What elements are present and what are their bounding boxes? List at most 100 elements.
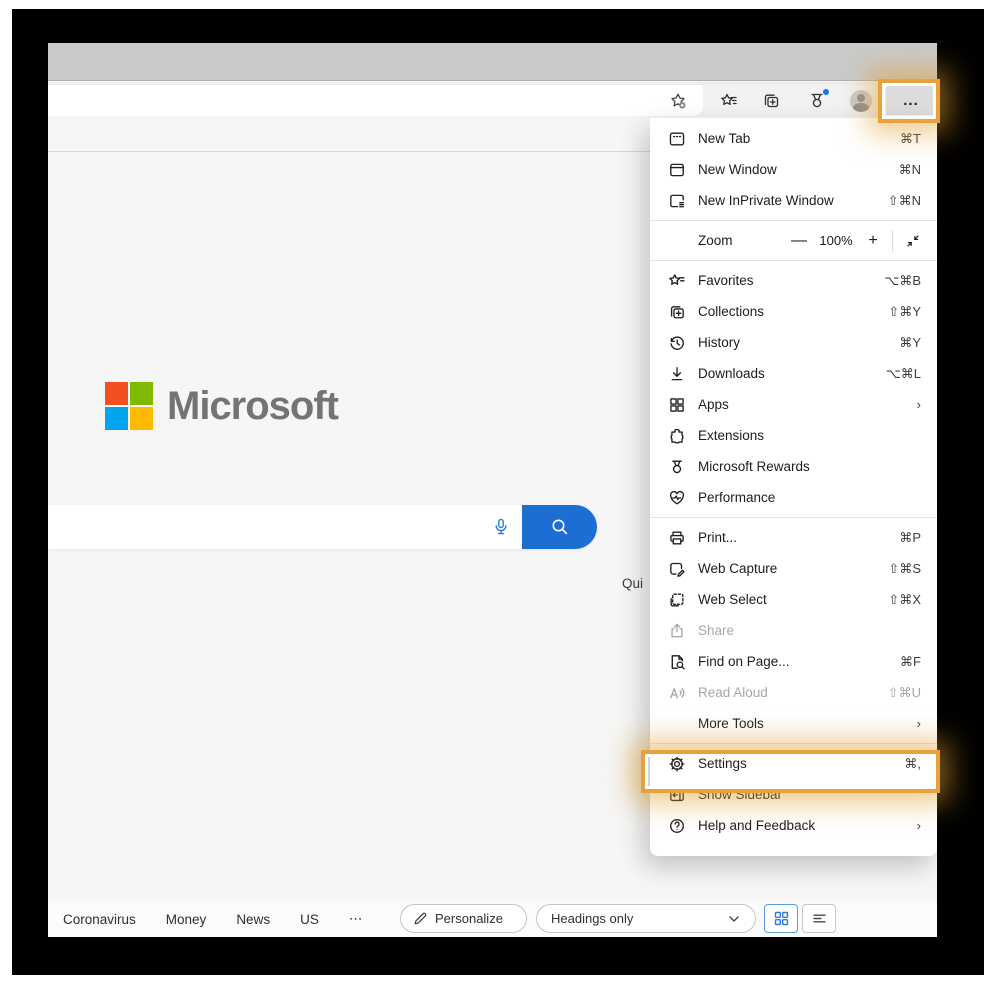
menu-item-performance[interactable]: Performance [650,482,937,513]
headings-view-button[interactable] [802,904,836,933]
menu-item-shortcut: ⌘, [904,756,921,772]
chevron-right-icon: › [917,818,921,833]
menu-item-label: Help and Feedback [698,818,917,833]
show-sidebar-icon [668,786,686,804]
news-tab-coronavirus[interactable]: Coronavirus [48,912,151,927]
more-menu-button[interactable]: ... [886,86,936,115]
menu-separator [650,517,937,518]
zoom-in-button[interactable]: + [860,232,886,250]
history-icon [668,334,686,352]
screenshot-stage: ... Microsoft Qui [0,0,984,983]
apps-icon [668,396,686,414]
collections-toolbar-icon[interactable] [754,85,788,116]
search-button[interactable] [522,505,597,549]
menu-item-label: New Window [698,162,899,177]
zoom-level-value: 100% [812,233,860,248]
zoom-divider [892,230,893,252]
pencil-icon [413,911,428,926]
menu-item-web-select[interactable]: Web Select⇧⌘X [650,584,937,615]
address-bar[interactable] [48,85,703,116]
menu-item-help-and-feedback[interactable]: Help and Feedback› [650,810,937,841]
menu-item-new-inprivate-window[interactable]: New InPrivate Window⇧⌘N [650,185,937,216]
menu-item-label: Downloads [698,366,886,381]
web-capture-icon [668,560,686,578]
news-tab-us[interactable]: US [285,912,334,927]
find-on-page-icon [668,653,686,671]
menu-item-print[interactable]: Print...⌘P [650,522,937,553]
menu-item-apps[interactable]: Apps› [650,389,937,420]
voice-search-button[interactable] [481,505,521,549]
menu-item-new-tab[interactable]: New Tab⌘T [650,123,937,154]
news-tab-money[interactable]: Money [151,912,222,927]
menu-item-shortcut: ⇧⌘N [888,193,921,209]
news-category-tabs: CoronavirusMoneyNewsUS⋯ [48,911,377,927]
menu-item-shortcut: ⌘Y [899,335,921,351]
menu-item-label: Favorites [698,273,884,288]
menu-item-show-sidebar[interactable]: Show Sidebar [650,779,937,810]
grid-view-button[interactable] [764,904,798,933]
rewards-icon [668,458,686,476]
menu-item-shortcut: ⌘F [900,654,921,670]
help-icon [668,817,686,835]
menu-item-label: Apps [698,397,917,412]
menu-separator [650,220,937,221]
news-feed-bar: CoronavirusMoneyNewsUS⋯ Personalize Head… [48,901,937,937]
browser-toolbar: ... [48,85,937,116]
menu-item-label: New InPrivate Window [698,193,888,208]
read-aloud-icon [668,684,686,702]
menu-separator [650,743,937,744]
microsoft-logo-squares [105,382,153,430]
menu-item-more-tools[interactable]: More Tools› [650,708,937,739]
menu-item-shortcut: ⌥⌘B [884,273,921,289]
menu-item-label: More Tools [698,716,917,731]
enter-fullscreen-icon[interactable] [899,233,927,249]
profile-avatar[interactable] [844,85,878,116]
menu-item-label: Microsoft Rewards [698,459,921,474]
add-favorite-icon[interactable] [661,85,695,116]
menu-item-shortcut: ⌘P [899,530,921,546]
menu-item-shortcut: ⌥⌘L [886,366,921,382]
microsoft-logo[interactable]: Microsoft [105,382,338,430]
layout-dropdown[interactable]: Headings only [536,904,756,933]
menu-item-microsoft-rewards[interactable]: Microsoft Rewards [650,451,937,482]
menu-item-collections[interactable]: Collections⇧⌘Y [650,296,937,327]
menu-item-shortcut: ⇧⌘S [888,561,921,577]
personalize-button[interactable]: Personalize [400,904,527,933]
menu-item-label: Settings [698,756,904,771]
grid-view-icon [773,910,790,927]
menu-item-favorites[interactable]: Favorites⌥⌘B [650,265,937,296]
favorites-toolbar-icon[interactable] [712,85,746,116]
menu-item-label: Web Capture [698,561,888,576]
menu-item-web-capture[interactable]: Web Capture⇧⌘S [650,553,937,584]
zoom-out-button[interactable]: — [786,232,812,250]
rewards-toolbar-icon[interactable] [800,85,834,116]
menu-item-label: Web Select [698,592,888,607]
microphone-icon [491,517,511,537]
menu-item-label: History [698,335,899,350]
browser-more-menu: New Tab⌘TNew Window⌘NNew InPrivate Windo… [650,118,937,856]
menu-item-find-on-page[interactable]: Find on Page...⌘F [650,646,937,677]
new-window-icon [668,161,686,179]
chevron-right-icon: › [917,397,921,412]
menu-item-settings[interactable]: Settings⌘, [650,748,937,779]
menu-item-label: Extensions [698,428,921,443]
search-input[interactable] [48,505,597,549]
menu-item-new-window[interactable]: New Window⌘N [650,154,937,185]
menu-item-label: Find on Page... [698,654,900,669]
menu-separator [650,260,937,261]
truncated-page-text: Qui [622,576,643,591]
news-tab-more[interactable]: ⋯ [334,911,378,927]
menu-item-history[interactable]: History⌘Y [650,327,937,358]
menu-item-label: Share [698,623,921,638]
menu-item-extensions[interactable]: Extensions [650,420,937,451]
menu-item-shortcut: ⇧⌘Y [888,304,921,320]
menu-item-shortcut: ⇧⌘U [888,685,921,701]
search-icon [549,516,571,538]
layout-dropdown-value: Headings only [551,911,633,926]
avatar-icon [850,90,872,112]
news-tab-news[interactable]: News [221,912,285,927]
chevron-right-icon: › [917,716,921,731]
menu-item-read-aloud: Read Aloud⇧⌘U [650,677,937,708]
menu-item-downloads[interactable]: Downloads⌥⌘L [650,358,937,389]
chevron-down-icon [727,912,741,926]
